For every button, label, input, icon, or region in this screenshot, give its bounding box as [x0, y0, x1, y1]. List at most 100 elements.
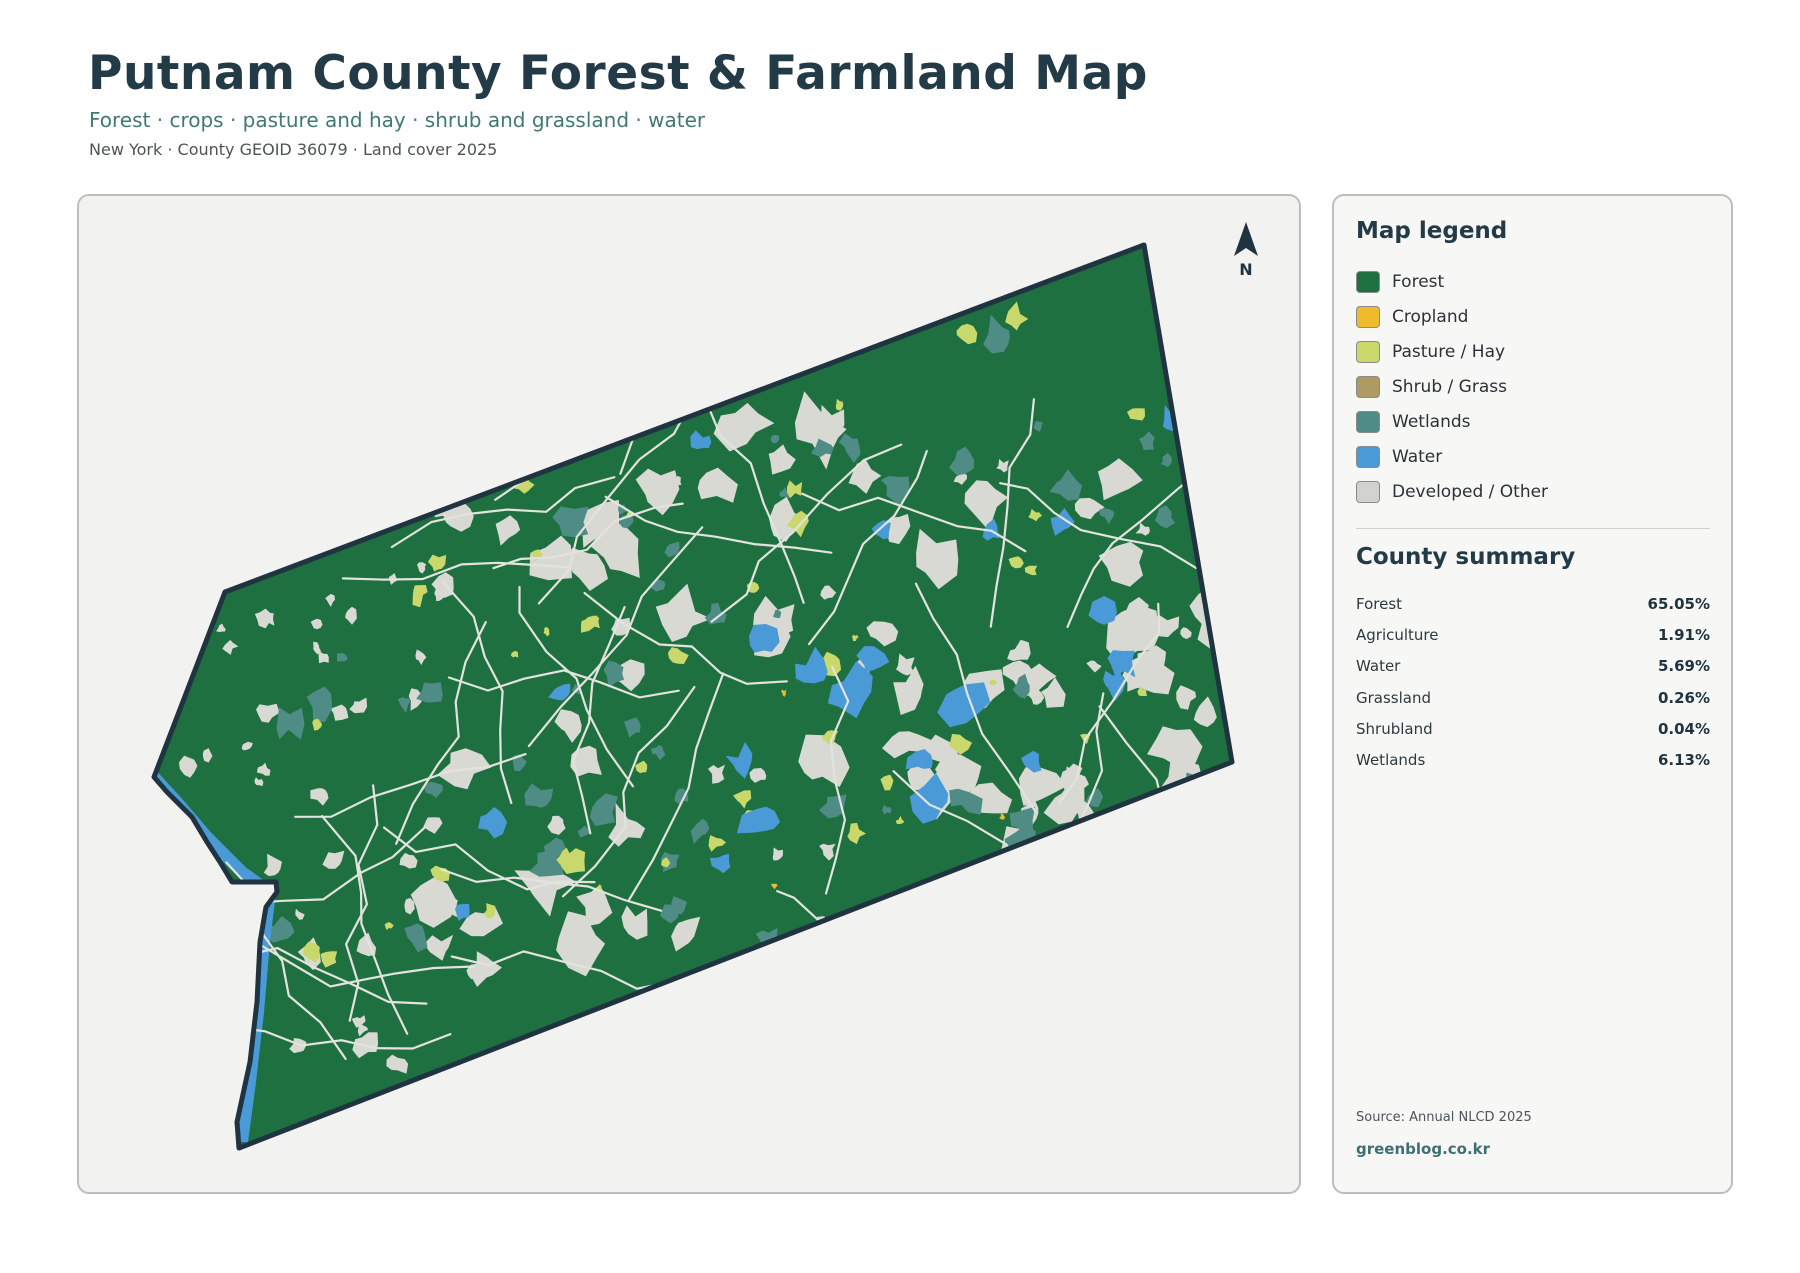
developed-patch [179, 605, 198, 633]
legend-label: Shrub / Grass [1392, 376, 1507, 397]
developed-patch [174, 943, 196, 965]
road [1198, 470, 1232, 638]
developed-patch [1208, 826, 1232, 861]
developed-patch [1107, 958, 1140, 988]
developed-patch [925, 917, 970, 959]
summary-label: Shrubland [1356, 719, 1433, 738]
legend-label: Forest [1392, 271, 1445, 292]
legend-item: Pasture / Hay [1356, 334, 1548, 369]
developed-patch [851, 921, 868, 938]
developed-patch [159, 897, 183, 922]
pasture-patch [348, 469, 360, 478]
summary-label: Water [1356, 657, 1401, 676]
summary-label: Wetlands [1356, 751, 1426, 770]
developed-patch [1072, 935, 1115, 977]
summary-row: Wetlands 6.13% [1356, 744, 1710, 775]
legend-item: Wetlands [1356, 404, 1548, 439]
developed-patch [1087, 965, 1111, 990]
road [1209, 366, 1232, 416]
developed-patch [981, 919, 1025, 960]
legend-item: Cropland [1356, 299, 1548, 334]
road [702, 245, 824, 388]
pasture-patch [1161, 870, 1181, 889]
road [502, 245, 579, 422]
road [210, 431, 431, 527]
page-title: Putnam County Forest & Farmland Map [88, 46, 1148, 101]
legend-swatch [1356, 270, 1380, 293]
road [336, 269, 533, 397]
legend-item: Shrub / Grass [1356, 369, 1548, 404]
summary-label: Forest [1356, 594, 1403, 613]
forest-base [154, 245, 1232, 1148]
wetland-patch [964, 915, 992, 944]
page-subtitle: Forest · crops · pasture and hay · shrub… [89, 108, 706, 132]
north-arrow-icon [1234, 222, 1258, 256]
developed-patch [154, 829, 176, 858]
county-map[interactable] [79, 196, 1301, 1194]
developed-patch [1210, 842, 1222, 856]
road [544, 1062, 617, 1148]
pasture-patch [962, 916, 979, 943]
developed-patch [1085, 937, 1122, 970]
developed-patch [194, 863, 210, 885]
road [304, 304, 522, 370]
pasture-patch [670, 280, 688, 296]
legend-list: Forest Cropland Pasture / Hay Shrub / Grass… [1356, 264, 1548, 509]
road [406, 245, 615, 351]
summary-value: 0.26% [1657, 688, 1710, 707]
land-cover-layer [154, 245, 1232, 1148]
legend-label: Pasture / Hay [1392, 341, 1506, 362]
wetland-patch [1150, 938, 1162, 951]
wetland-patch [466, 376, 482, 390]
pasture-patch [1073, 832, 1097, 856]
legend-label: Cropland [1392, 306, 1469, 327]
road [680, 1033, 915, 1067]
developed-patch [228, 554, 252, 580]
north-arrow: N [1228, 222, 1264, 279]
developed-patch [155, 936, 173, 949]
developed-patch [1007, 954, 1051, 1003]
pasture-patch [1044, 947, 1058, 959]
developed-patch [1049, 842, 1083, 878]
pasture-patch [1054, 940, 1072, 957]
wetland-patch [578, 291, 611, 323]
legend-label: Developed / Other [1392, 481, 1549, 502]
north-label: N [1239, 260, 1253, 279]
summary-row: Shrubland 0.04% [1356, 713, 1710, 744]
road [763, 1010, 819, 1148]
summary-row: Water 5.69% [1356, 651, 1710, 682]
developed-patch [918, 901, 960, 939]
map-panel[interactable] [77, 194, 1301, 1194]
road [415, 260, 525, 468]
credit-link[interactable]: greenblog.co.kr [1356, 1140, 1490, 1158]
summary-row: Forest 65.05% [1356, 588, 1710, 619]
summary-value: 0.04% [1657, 719, 1710, 738]
road [1010, 958, 1227, 1006]
wetland-patch [669, 369, 708, 416]
pasture-patch [779, 370, 787, 378]
road [547, 245, 672, 384]
wetland-patch [534, 447, 544, 456]
developed-patch [180, 828, 199, 849]
summary-row: Agriculture 1.91% [1356, 619, 1710, 650]
legend-label: Water [1392, 446, 1443, 467]
pasture-patch [1009, 850, 1017, 858]
summary-label: Agriculture [1356, 625, 1439, 644]
county-summary: Forest 65.05% Agriculture 1.91% Water 5.69% Gr… [1356, 588, 1710, 776]
summary-row: Grassland 0.26% [1356, 682, 1710, 713]
legend-swatch [1356, 305, 1380, 328]
page-meta: New York · County GEOID 36079 · Land cov… [89, 140, 498, 159]
road [1089, 1016, 1232, 1148]
wetland-patch [1138, 918, 1154, 931]
legend-heading: Map legend [1356, 218, 1508, 244]
developed-patch [502, 417, 545, 470]
road [1052, 838, 1220, 1002]
developed-patch [161, 566, 172, 583]
summary-value: 6.13% [1657, 751, 1710, 770]
wetland-patch [664, 303, 678, 318]
legend-swatch [1356, 480, 1380, 503]
legend-item: Forest [1356, 264, 1548, 299]
developed-patch [1023, 872, 1077, 935]
developed-patch [244, 998, 254, 1014]
road [275, 284, 477, 399]
